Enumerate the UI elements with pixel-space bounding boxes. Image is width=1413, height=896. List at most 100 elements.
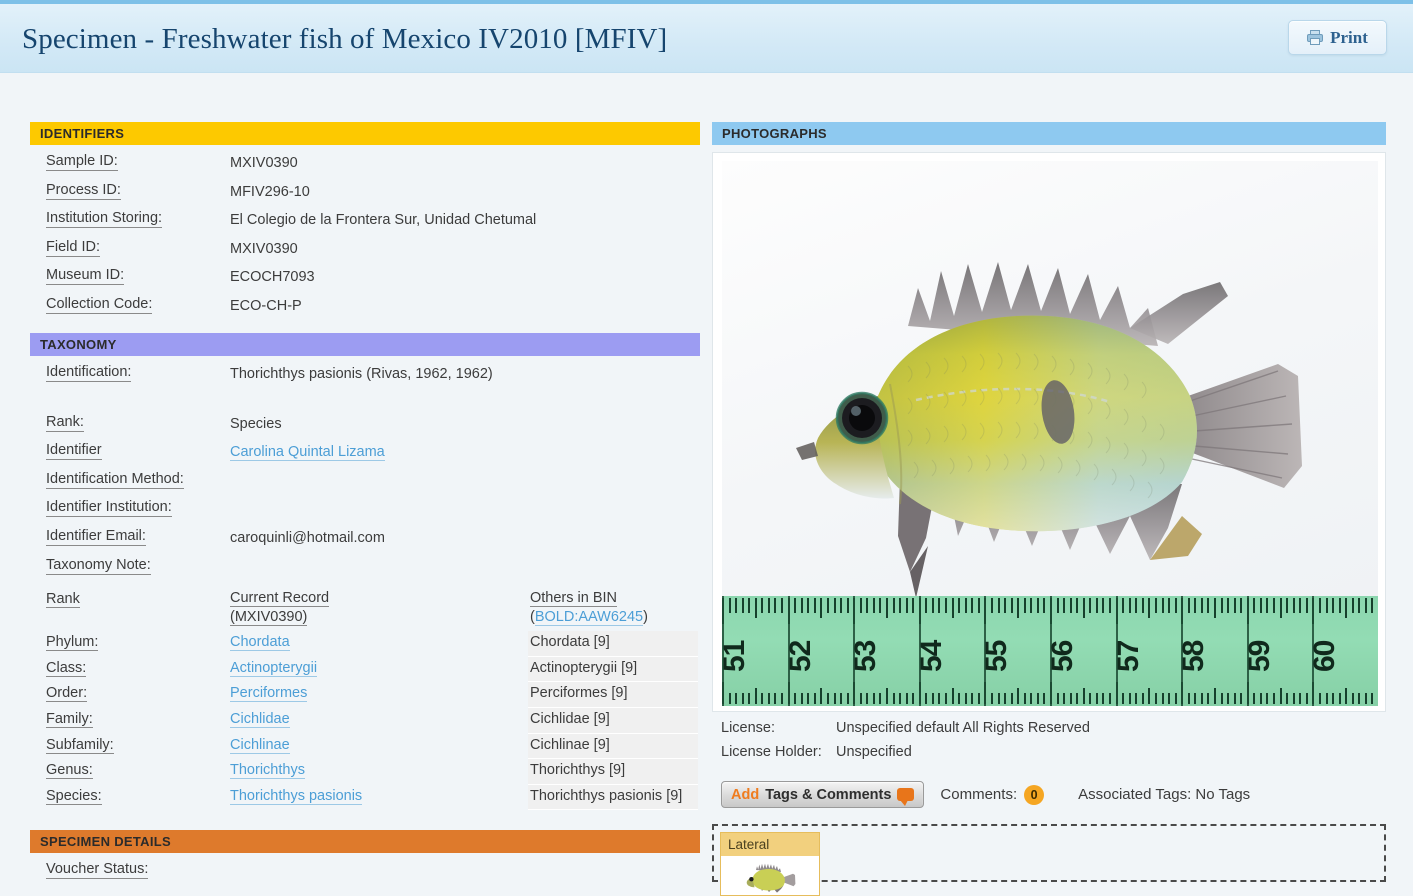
ruler-tick: [879, 598, 882, 613]
ruler-tick: [1214, 598, 1216, 618]
ruler-tick: [990, 598, 993, 613]
ruler-tick: [1161, 693, 1164, 704]
print-button-label: Print: [1330, 27, 1368, 47]
ruler-tick: [1030, 693, 1033, 704]
associated-tags-label: Associated Tags: No Tags: [1078, 786, 1251, 803]
ruler-tick: [1345, 688, 1348, 704]
field-label: Identifier Institution:: [46, 499, 172, 518]
ruler-number: 57: [1111, 640, 1145, 672]
license-label: License:: [721, 720, 776, 736]
field-value: El Colegio de la Frontera Sur, Unidad Ch…: [230, 212, 537, 229]
ruler-tick: [1010, 598, 1013, 613]
identifier-link[interactable]: Carolina Quintal Lizama: [230, 439, 385, 463]
ruler-tick: [1220, 693, 1223, 704]
field-row: Rank: Species: [30, 411, 700, 440]
license-holder-row: License Holder: Unspecified: [712, 744, 1386, 768]
ruler-tick: [840, 693, 843, 704]
speech-bubble-icon: [897, 788, 915, 806]
field-label: Process ID:: [46, 181, 121, 200]
taxon-link[interactable]: Perciformes: [230, 685, 308, 703]
field-row: Identifier Carolina Quintal Lizama: [30, 439, 700, 468]
ruler-tick: [1364, 598, 1367, 613]
ruler-tick: [1266, 598, 1269, 613]
ruler-tick: [1128, 693, 1131, 704]
ruler-tick: [761, 598, 764, 613]
taxon-link[interactable]: Cichlidae: [230, 710, 290, 728]
ruler-tick: [977, 598, 980, 613]
ruler-tick: [1266, 693, 1269, 704]
thumbnail-strip: Lateral: [712, 824, 1386, 896]
comments-label: Comments:: [940, 786, 1018, 803]
ruler-number: 58: [1177, 640, 1211, 672]
ruler-tick: [971, 598, 974, 613]
thumbnail-card[interactable]: Lateral: [720, 832, 820, 896]
ruler-tick: [1299, 693, 1302, 704]
bin-cell: Cichlidae [9]: [528, 707, 698, 734]
ruler-tick: [1207, 693, 1210, 704]
ruler-tick: [1259, 598, 1262, 613]
rank-label: Phylum:: [46, 634, 99, 652]
field-value: MFIV296-10: [230, 183, 310, 200]
field-row: Identification Method:: [30, 468, 700, 497]
thumbnail-image[interactable]: [720, 856, 820, 896]
field-label: Museum ID:: [46, 267, 125, 286]
taxon-link[interactable]: Thorichthys pasionis: [230, 787, 363, 805]
ruler-tick: [1023, 693, 1026, 704]
field-row: Institution Storing: El Colegio de la Fr…: [30, 207, 700, 236]
ruler-tick: [886, 688, 888, 704]
ruler-tick: [1122, 693, 1125, 704]
taxonomy-fields: Identification: Thorichthys pasionis (Ri…: [30, 356, 700, 583]
ruler-tick: [1076, 598, 1079, 613]
ruler-tick: [1069, 598, 1072, 613]
ruler-tick: [1043, 693, 1046, 704]
ruler-tick: [794, 693, 797, 704]
ruler-tick: [964, 693, 967, 704]
taxon-link[interactable]: Thorichthys: [230, 762, 305, 780]
ruler-tick: [1174, 598, 1177, 613]
column-header-current-record: Current Record (MXIV0390): [230, 590, 330, 627]
ruler-tick: [813, 598, 816, 613]
bin-link[interactable]: BOLD:AAW6245: [534, 609, 644, 627]
ruler-number: 59: [1242, 640, 1276, 672]
comments-count-badge: 0: [1024, 784, 1045, 805]
ruler-tick: [1299, 598, 1302, 613]
ruler-tick: [1004, 598, 1007, 613]
ruler-tick: [735, 598, 738, 613]
table-header-row: Rank Current Record (MXIV0390) Others in…: [30, 588, 700, 631]
current-record-cell: Perciformes: [230, 682, 528, 708]
ruler-tick: [1325, 598, 1328, 613]
ruler-tick: [840, 598, 843, 613]
field-value: caroquinli@hotmail.com: [230, 529, 385, 546]
add-tags-comments-button[interactable]: Add Tags & Comments: [721, 781, 925, 808]
license-row: License: Unspecified default All Rights …: [712, 720, 1386, 744]
ruler-tick: [1109, 693, 1112, 704]
taxon-link[interactable]: Chordata: [230, 634, 290, 652]
ruler-tick: [1292, 693, 1295, 704]
specimen-photo-frame[interactable]: 51 52 53 54 55 56 57 58 59 60: [712, 152, 1386, 712]
ruler-tick: [951, 688, 954, 704]
ruler-tick: [1214, 688, 1216, 704]
field-row: Collection Code: ECO-CH-P: [30, 293, 700, 322]
ruler-tick: [1017, 688, 1020, 704]
field-row: Field ID: MXIV0390: [30, 236, 700, 265]
tags-comments-label: Tags & Comments: [765, 786, 892, 803]
ruler-tick: [1089, 598, 1092, 613]
table-row: Genus: Thorichthys Thorichthys [9]: [30, 759, 700, 785]
ruler-tick: [735, 693, 738, 704]
table-row: Phylum: Chordata Chordata [9]: [30, 631, 700, 657]
ruler-tick: [1102, 693, 1105, 704]
taxon-link[interactable]: Actinopterygii: [230, 659, 318, 677]
ruler-tick: [958, 693, 961, 704]
ruler-tick: [1371, 693, 1374, 704]
ruler-tick: [748, 598, 751, 613]
print-button[interactable]: Print: [1288, 20, 1387, 55]
ruler-tick: [899, 598, 902, 613]
ruler-number: 53: [849, 640, 883, 672]
ruler-tick: [925, 693, 928, 704]
ruler-tick: [728, 598, 731, 613]
current-record-cell: Actinopterygii: [230, 657, 528, 683]
taxon-link[interactable]: Cichlinae: [230, 736, 290, 754]
ruler-tick: [1240, 598, 1243, 613]
ruler-tick: [1318, 598, 1321, 613]
ruler-tick: [1364, 693, 1367, 704]
